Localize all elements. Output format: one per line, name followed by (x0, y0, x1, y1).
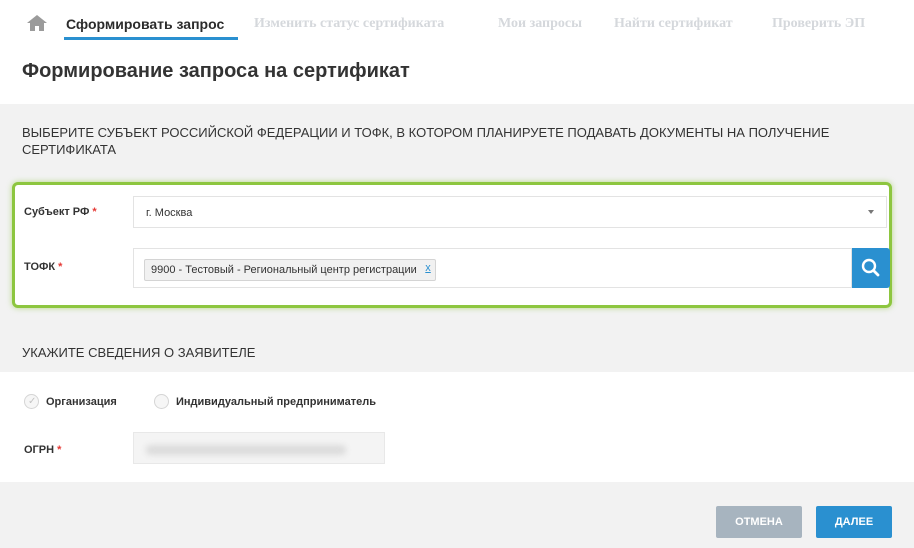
tab-find-certificate[interactable]: Найти сертификат (614, 16, 733, 32)
check-icon: ✓ (28, 396, 37, 407)
page-title: Формирование запроса на сертификат (22, 60, 410, 82)
tofk-input[interactable]: 9900 - Тестовый - Региональный центр рег… (133, 248, 852, 288)
subject-label-text: Субъект РФ (24, 206, 90, 218)
radio-individual-entrepreneur[interactable] (154, 394, 169, 409)
tab-change-cert-status[interactable]: Изменить статус сертификата (254, 16, 444, 32)
top-navigation: Сформировать запрос Изменить статус серт… (0, 0, 914, 44)
tofk-label-text: ТОФК (24, 261, 56, 273)
region-section-heading: ВЫБЕРИТЕ СУБЪЕКТ РОССИЙСКОЙ ФЕДЕРАЦИИ И … (22, 125, 830, 157)
tofk-selected-tag: 9900 - Тестовый - Региональный центр рег… (144, 259, 436, 281)
radio-organization-label: Организация (46, 396, 117, 408)
tofk-label: ТОФК * (24, 261, 62, 273)
next-button[interactable]: ДАЛЕЕ (816, 506, 892, 538)
radio-organization[interactable]: ✓ (24, 394, 39, 409)
subject-select[interactable]: г. Москва (133, 196, 887, 228)
required-mark: * (58, 261, 63, 273)
ogrn-redacted-value (146, 445, 346, 455)
applicant-section-heading: УКАЖИТЕ СВЕДЕНИЯ О ЗАЯВИТЕЛЕ (22, 345, 256, 360)
required-mark: * (92, 206, 97, 218)
tab-my-requests[interactable]: Мои запросы (498, 16, 582, 32)
radio-individual-entrepreneur-label: Индивидуальный предприниматель (176, 396, 376, 408)
tab-create-request[interactable]: Сформировать запрос (66, 16, 224, 32)
ogrn-label-text: ОГРН (24, 444, 55, 456)
active-tab-indicator (64, 37, 238, 40)
subject-select-value: г. Москва (146, 207, 193, 219)
tab-verify-signature[interactable]: Проверить ЭП (772, 16, 865, 32)
tofk-search-button[interactable] (852, 248, 890, 288)
ogrn-label: ОГРН * (24, 444, 61, 456)
tofk-tag-label: 9900 - Тестовый - Региональный центр рег… (151, 264, 417, 276)
tag-remove-icon[interactable]: x (425, 258, 431, 278)
ogrn-field[interactable] (133, 432, 385, 464)
home-icon[interactable] (26, 14, 48, 32)
chevron-down-icon (868, 210, 874, 214)
search-icon (861, 258, 880, 277)
cancel-button[interactable]: ОТМЕНА (716, 506, 802, 538)
required-mark: * (57, 444, 62, 456)
subject-label: Субъект РФ * (24, 206, 97, 218)
